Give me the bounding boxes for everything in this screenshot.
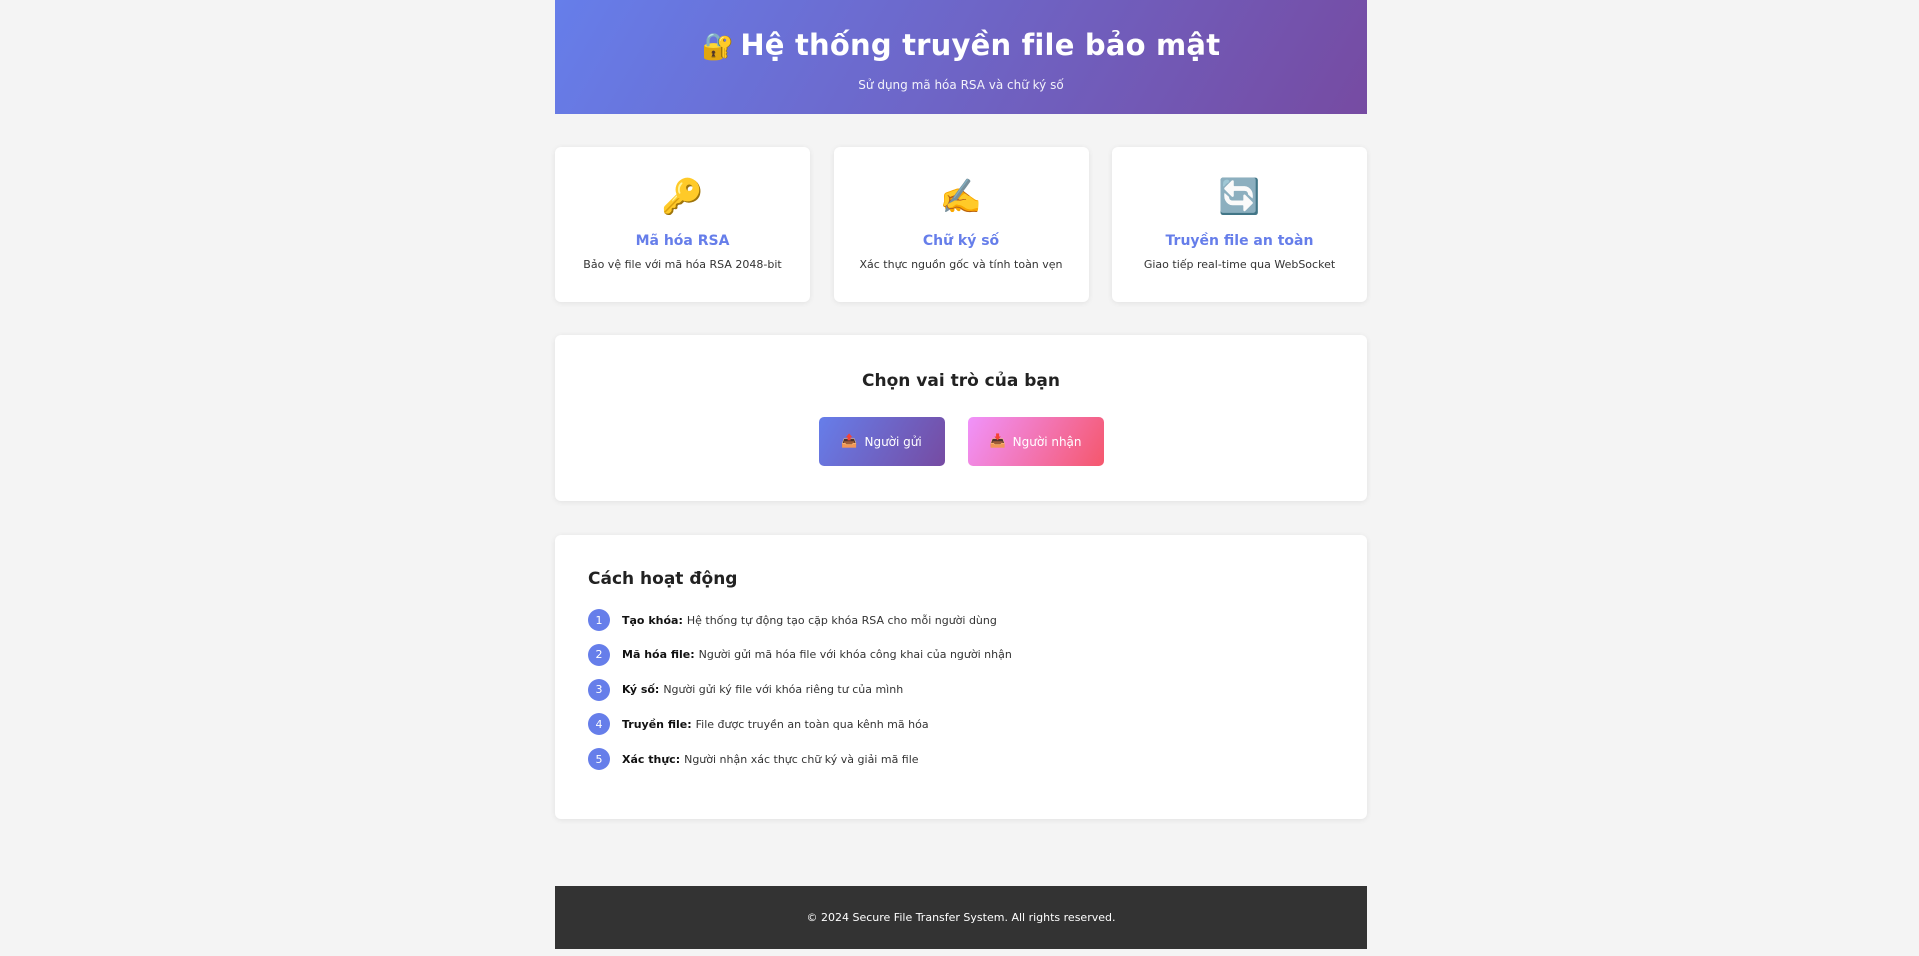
step-title: Ký số:	[622, 683, 660, 697]
step-item: 3 Ký số: Người gửi ký file với khóa riên…	[588, 678, 1334, 701]
receiver-button-label: Người nhận	[1012, 434, 1082, 449]
step-text: Người nhận xác thực chữ ký và giải mã fi…	[684, 752, 919, 766]
role-selection-card: Chọn vai trò của bạn 📤 Người gửi 📥 Người…	[555, 335, 1367, 501]
feature-description: Xác thực nguồn gốc và tính toàn vẹn	[859, 258, 1063, 271]
feature-description: Giao tiếp real-time qua WebSocket	[1143, 258, 1336, 271]
feature-title: Mã hóa RSA	[635, 233, 730, 249]
feature-card-rsa: 🔑 Mã hóa RSA Bảo vệ file với mã hóa RSA …	[555, 147, 810, 302]
step-title: Mã hóa file:	[622, 648, 695, 662]
footer-copyright: © 2024 Secure File Transfer System. All …	[806, 911, 1116, 924]
step-item: 1 Tạo khóa: Hệ thống tự động tạo cặp khó…	[588, 609, 1334, 631]
page-subtitle: Sử dụng mã hóa RSA và chữ ký số	[858, 78, 1064, 92]
step-text: Người gửi mã hóa file với khóa công khai…	[698, 648, 1012, 662]
step-title: Tạo khóa:	[622, 613, 683, 627]
page-container: 🔐 Hệ thống truyền file bảo mật Sử dụng mã…	[555, 0, 1367, 949]
writing-hand-icon: ✍️	[939, 177, 983, 217]
step-item: 4 Truyền file: File được truyền an toàn …	[588, 713, 1334, 736]
receiver-button[interactable]: 📥 Người nhận	[967, 417, 1104, 466]
step-item: 5 Xác thực: Người nhận xác thực chữ ký v…	[588, 748, 1334, 771]
step-number-badge: 3	[588, 678, 610, 701]
step-number-badge: 5	[588, 748, 610, 771]
refresh-icon: 🔄	[1218, 177, 1261, 217]
step-number-badge: 2	[588, 643, 610, 666]
feature-card-signature: ✍️ Chữ ký số Xác thực nguồn gốc và tính …	[833, 147, 1089, 302]
feature-card-transfer: 🔄 Truyền file an toàn Giao tiếp real-tim…	[1112, 147, 1367, 302]
feature-title: Truyền file an toàn	[1165, 233, 1314, 249]
page-header: 🔐 Hệ thống truyền file bảo mật Sử dụng mã…	[555, 0, 1367, 114]
how-it-works-card: Cách hoạt động 1 Tạo khóa: Hệ thống tự đ…	[555, 535, 1367, 819]
how-heading: Cách hoạt động	[588, 569, 738, 589]
step-number-badge: 4	[588, 713, 610, 736]
features-section: 🔑 Mã hóa RSA Bảo vệ file với mã hóa RSA …	[555, 147, 1367, 302]
role-buttons: 📤 Người gửi 📥 Người nhận	[555, 417, 1367, 466]
page-title-text: Hệ thống truyền file bảo mật	[740, 28, 1221, 62]
step-item: 2 Mã hóa file: Người gửi mã hóa file với…	[588, 643, 1334, 666]
step-title: Truyền file:	[622, 717, 692, 731]
step-number-badge: 1	[588, 609, 610, 631]
page-title: 🔐 Hệ thống truyền file bảo mật	[555, 24, 1367, 68]
feature-description: Bảo vệ file với mã hóa RSA 2048-bit	[583, 258, 782, 271]
key-icon: 🔑	[661, 177, 704, 217]
feature-title: Chữ ký số	[922, 233, 1000, 249]
step-text: Người gửi ký file với khóa riêng tư của …	[663, 683, 904, 697]
lock-icon: 🔐	[701, 32, 735, 62]
outbox-icon: 📤	[841, 434, 858, 449]
inbox-icon: 📥	[989, 434, 1006, 449]
role-heading: Chọn vai trò của bạn	[862, 371, 1060, 391]
page-footer: © 2024 Secure File Transfer System. All …	[555, 886, 1367, 949]
steps-list: 1 Tạo khóa: Hệ thống tự động tạo cặp khó…	[588, 609, 1334, 771]
sender-button[interactable]: 📤 Người gửi	[818, 417, 945, 466]
step-text: File được truyền an toàn qua kênh mã hóa	[695, 717, 929, 731]
step-title: Xác thực:	[622, 752, 681, 766]
step-text: Hệ thống tự động tạo cặp khóa RSA cho mỗ…	[686, 613, 997, 627]
sender-button-label: Người gửi	[864, 434, 922, 449]
